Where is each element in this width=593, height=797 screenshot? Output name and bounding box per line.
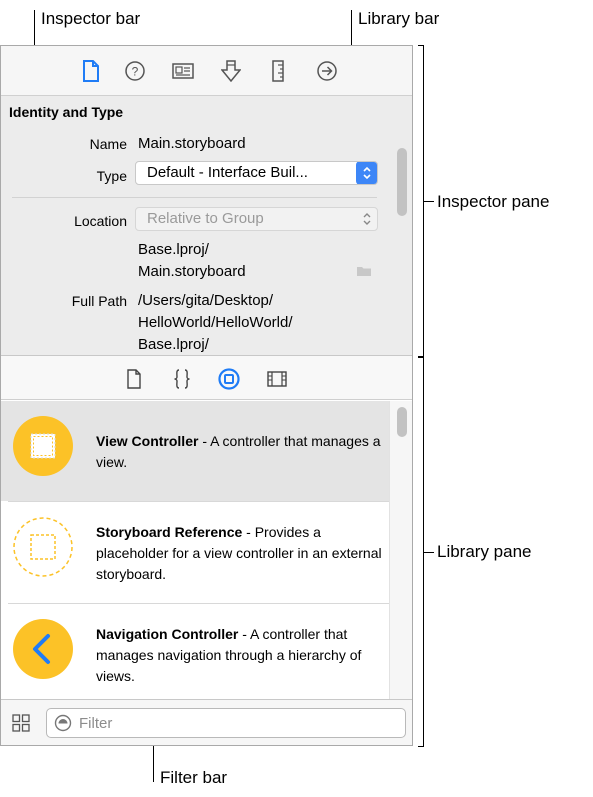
library-item-title: Navigation Controller bbox=[96, 626, 239, 642]
location-popup[interactable]: Relative to Group bbox=[135, 207, 378, 231]
library-pane: View Controller - A controller that mana… bbox=[1, 401, 391, 699]
name-label: Name bbox=[89, 136, 127, 152]
inspector-pane: Identity and Type Name Main.storyboard T… bbox=[1, 96, 412, 355]
utility-area: ? Identity and Type Name Main.storyboard… bbox=[0, 45, 413, 746]
connections-inspector-icon[interactable] bbox=[315, 59, 339, 83]
code-snippet-icon[interactable] bbox=[171, 368, 193, 390]
size-inspector-icon[interactable] bbox=[266, 59, 290, 83]
attributes-inspector-icon[interactable] bbox=[219, 59, 243, 83]
callout-inspector-pane: Inspector pane bbox=[437, 192, 550, 211]
type-label: Type bbox=[96, 168, 127, 184]
full-path-line1: /Users/gita/Desktop/ bbox=[138, 292, 274, 309]
identity-inspector-icon[interactable] bbox=[171, 59, 195, 83]
section-title: Identity and Type bbox=[9, 104, 124, 120]
library-item[interactable]: Storyboard Reference - Provides a placeh… bbox=[1, 502, 391, 603]
library-scrollbar[interactable] bbox=[397, 407, 407, 437]
name-value[interactable]: Main.storyboard bbox=[138, 134, 246, 153]
grid-icon[interactable] bbox=[12, 714, 30, 737]
section-divider bbox=[12, 197, 377, 198]
leader-inspector-pane bbox=[424, 201, 434, 202]
full-path-line3: Base.lproj/ bbox=[138, 336, 209, 353]
inspector-bar: ? bbox=[1, 46, 412, 96]
file-inspector-icon[interactable] bbox=[79, 59, 103, 83]
folder-icon[interactable] bbox=[356, 264, 372, 282]
filter-icon bbox=[54, 714, 72, 737]
full-path-label: Full Path bbox=[71, 293, 127, 309]
navigation-controller-icon bbox=[13, 619, 73, 679]
location-label: Location bbox=[74, 213, 127, 229]
popup-stepper-icon bbox=[356, 162, 377, 184]
library-bar bbox=[1, 355, 412, 400]
full-path-line2: HelloWorld/HelloWorld/ bbox=[138, 314, 293, 331]
library-item-text: View Controller - A controller that mana… bbox=[96, 431, 391, 473]
quick-help-icon[interactable]: ? bbox=[123, 59, 147, 83]
callout-library-pane: Library pane bbox=[437, 542, 532, 561]
callout-library-bar: Library bar bbox=[358, 9, 440, 28]
type-popup[interactable]: Default - Interface Buil... bbox=[135, 161, 378, 185]
storyboard-reference-icon bbox=[13, 517, 73, 577]
callout-inspector-bar: Inspector bar bbox=[41, 9, 141, 28]
svg-text:?: ? bbox=[132, 65, 139, 79]
inspector-scrollbar[interactable] bbox=[397, 148, 407, 216]
leader-library-pane bbox=[424, 552, 434, 553]
file-template-icon[interactable] bbox=[123, 368, 145, 390]
library-item-text: Storyboard Reference - Provides a placeh… bbox=[96, 522, 391, 585]
media-library-icon[interactable] bbox=[266, 368, 288, 390]
location-popup-value: Relative to Group bbox=[147, 210, 264, 227]
object-library-icon[interactable] bbox=[218, 368, 240, 390]
type-popup-value: Default - Interface Buil... bbox=[147, 164, 308, 181]
location-path-line2: Main.storyboard bbox=[138, 263, 246, 280]
library-item-title: View Controller bbox=[96, 433, 199, 449]
filter-input[interactable] bbox=[79, 713, 379, 733]
library-item-text: Navigation Controller - A controller tha… bbox=[96, 624, 391, 687]
popup-stepper-icon bbox=[356, 208, 377, 230]
filter-bar bbox=[1, 699, 412, 745]
library-item[interactable]: View Controller - A controller that mana… bbox=[1, 401, 391, 501]
library-item-title: Storyboard Reference bbox=[96, 524, 243, 540]
filter-field[interactable] bbox=[46, 708, 406, 738]
library-scroll-track bbox=[389, 401, 412, 699]
view-controller-icon bbox=[13, 416, 73, 476]
callout-filter-bar: Filter bar bbox=[160, 768, 228, 787]
library-item[interactable]: Navigation Controller - A controller tha… bbox=[1, 604, 391, 699]
location-path-line1: Base.lproj/ bbox=[138, 241, 209, 258]
